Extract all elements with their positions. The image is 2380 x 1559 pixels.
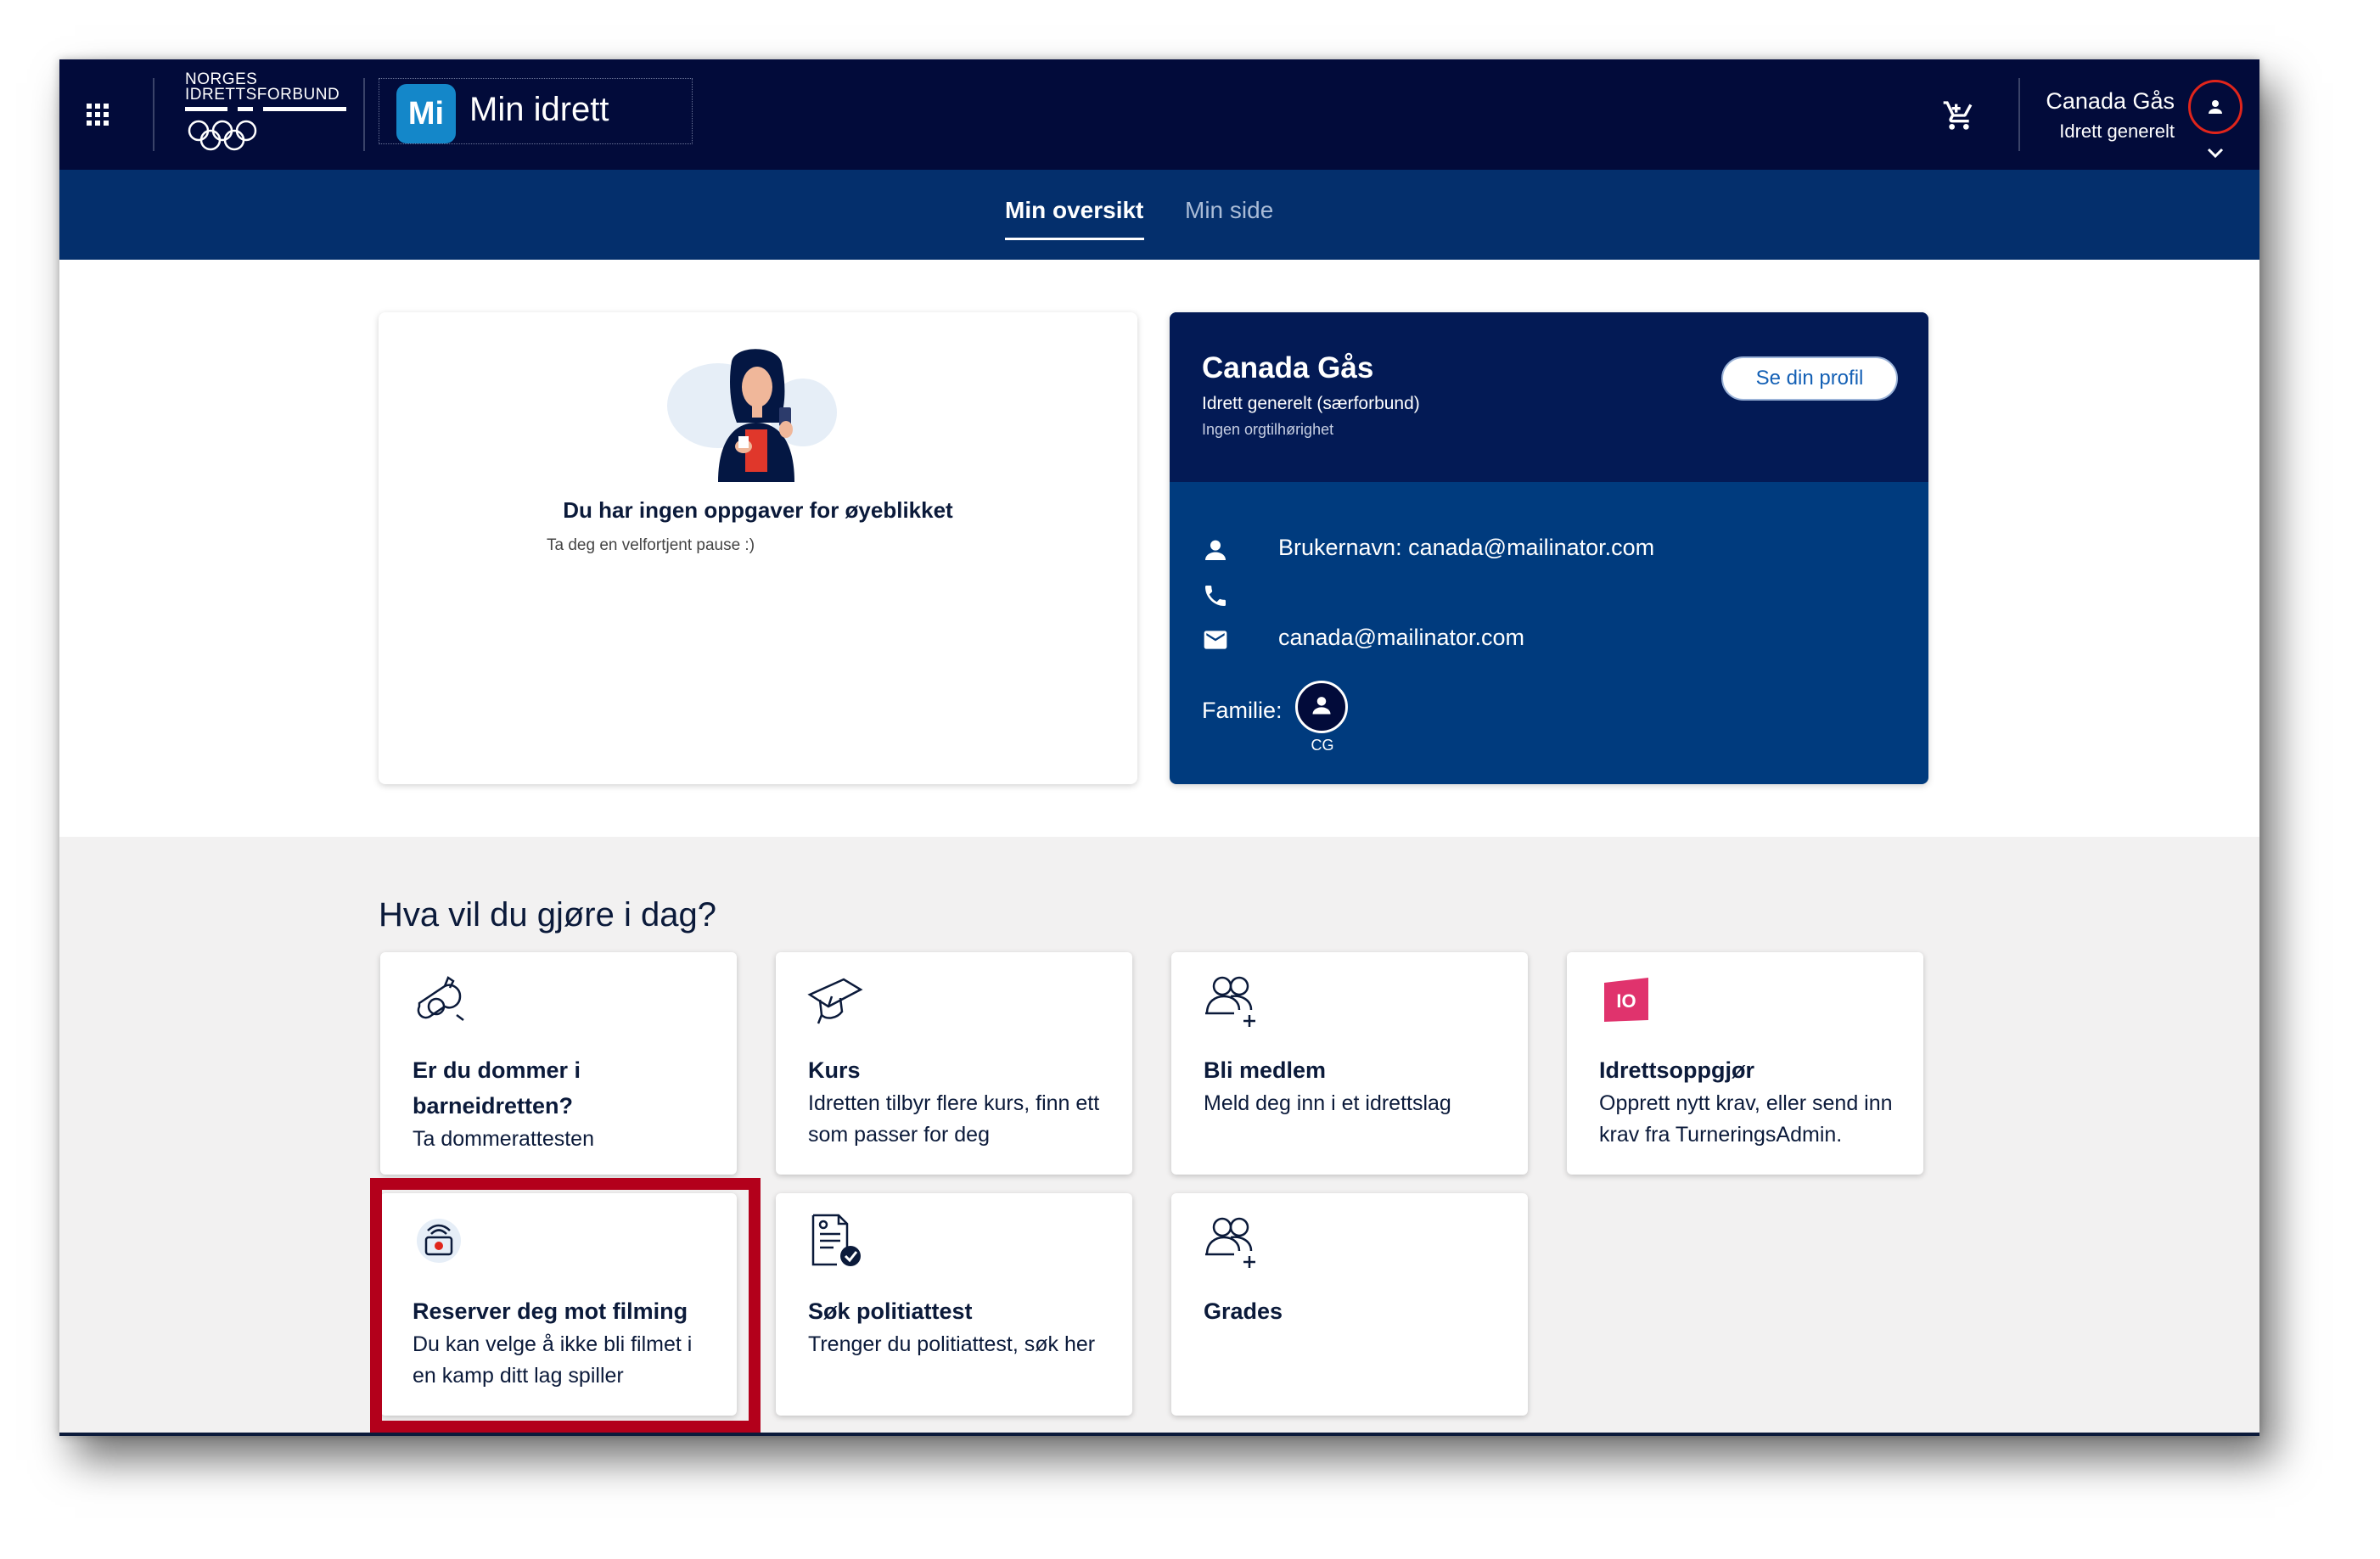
app-badge: Mi (396, 84, 456, 143)
family-member-initials: CG (1311, 737, 1334, 754)
profile-username: Brukernavn: canada@mailinator.com (1278, 535, 1655, 560)
person-icon (1312, 697, 1331, 715)
user-org[interactable]: Idrett generelt (2059, 121, 2175, 143)
profile-card: Canada Gås Idrett generelt (særforbund) … (1170, 312, 1928, 784)
family-member-avatar[interactable] (1295, 681, 1348, 733)
profile-org-affiliation: Ingen orgtilhørighet (1202, 421, 1334, 438)
federation-logo[interactable]: NORGES IDRETTSFORBUND (185, 71, 355, 160)
tile-title: Er du dommer i barneidretten? (413, 1057, 581, 1119)
tile-police-certificate[interactable]: Søk politiattest Trenger du politiattest… (776, 1193, 1132, 1416)
whistle-icon (417, 976, 464, 1021)
tile-title: Bli medlem (1204, 1057, 1327, 1083)
add-member-icon (1205, 976, 1255, 1027)
profile-org: Idrett generelt (særforbund) (1202, 394, 1420, 413)
profile-username-row: Brukernavn: canada@mailinator.com (1202, 533, 1881, 567)
tasks-card: Du har ingen oppgaver for øyeblikket Ta … (379, 312, 1137, 784)
tab-min-side[interactable]: Min side (1185, 197, 1273, 224)
user-name[interactable]: Canada Gås (2046, 88, 2175, 115)
olympic-rings-icon (188, 120, 257, 151)
app-switcher[interactable]: Mi Min idrett (379, 78, 693, 144)
highlight-annotation-box (370, 1178, 761, 1433)
tile-description: Ta dommerattesten (413, 1127, 594, 1151)
tile-title: Søk politiattest (808, 1298, 973, 1324)
sub-navigation: Min oversikt Min side (59, 170, 2259, 260)
federation-name-line2: IDRETTSFORBUND (185, 86, 340, 104)
profile-email-row: canada@mailinator.com (1202, 623, 1881, 657)
profile-phone-row (1202, 579, 1881, 613)
tasks-empty-title: Du har ingen oppgaver for øyeblikket (563, 497, 953, 523)
tasks-empty-subtitle: Ta deg en velfortjent pause :) (547, 536, 755, 554)
header-divider (363, 78, 365, 151)
tile-grades[interactable]: Grades (1171, 1193, 1528, 1416)
bottom-border-line (59, 1433, 2259, 1436)
tile-description: Meld deg inn i et idrettslag (1204, 1091, 1451, 1115)
app-title: Min idrett (469, 91, 609, 128)
graduation-cap-icon (807, 978, 863, 1024)
profile-email: canada@mailinator.com (1278, 625, 1525, 650)
tile-title: Idrettsoppgjør (1599, 1057, 1754, 1083)
tile-become-member[interactable]: Bli medlem Meld deg inn i et idrettslag (1171, 952, 1528, 1175)
document-check-icon (811, 1214, 861, 1266)
chevron-down-icon[interactable] (2205, 146, 2226, 160)
tile-description: Trenger du politiattest, søk her (808, 1332, 1096, 1356)
user-avatar-button[interactable] (2188, 80, 2242, 134)
tile-courses[interactable]: Kurs Idretten tilbyr flere kurs, finn et… (776, 952, 1132, 1175)
actions-section-title: Hva vil du gjøre i dag? (379, 896, 716, 934)
person-icon (1205, 540, 1226, 560)
io-logo-icon: IO (1604, 978, 1648, 1022)
io-logo-text: IO (1616, 990, 1636, 1012)
add-member-icon (1205, 1217, 1255, 1268)
profile-name: Canada Gås (1202, 351, 1374, 384)
view-profile-button[interactable]: Se din profil (1721, 356, 1898, 401)
tile-title: Kurs (808, 1057, 861, 1083)
email-icon (1204, 631, 1227, 649)
header-divider (2018, 78, 2020, 151)
header-divider (153, 78, 154, 151)
app-window: NORGES IDRETTSFORBUND Mi Min idrett Cana… (59, 59, 2259, 1436)
phone-icon (1205, 586, 1226, 606)
tile-idrettsoppgjor[interactable]: IO Idrettsoppgjør Opprett nytt krav, ell… (1567, 952, 1923, 1175)
federation-stripes-icon (185, 107, 346, 111)
tile-referee-certificate[interactable]: Er du dommer i barneidretten? Ta dommera… (380, 952, 737, 1175)
top-header: NORGES IDRETTSFORBUND Mi Min idrett Cana… (59, 59, 2259, 170)
cart-icon[interactable] (1942, 98, 1976, 132)
active-tab-indicator (1005, 238, 1144, 240)
apps-grid-icon[interactable] (85, 102, 110, 127)
tile-description: Opprett nytt krav, eller send inn krav f… (1599, 1091, 1893, 1147)
tile-description: Idretten tilbyr flere kurs, finn ett som… (808, 1091, 1100, 1147)
profile-card-header: Canada Gås Idrett generelt (særforbund) … (1170, 312, 1928, 482)
person-icon (2209, 100, 2222, 114)
tile-title: Grades (1204, 1298, 1283, 1324)
family-label: Familie: (1202, 698, 1283, 723)
tab-min-oversikt[interactable]: Min oversikt (1005, 197, 1143, 224)
woman-with-phone-illustration (667, 349, 837, 482)
